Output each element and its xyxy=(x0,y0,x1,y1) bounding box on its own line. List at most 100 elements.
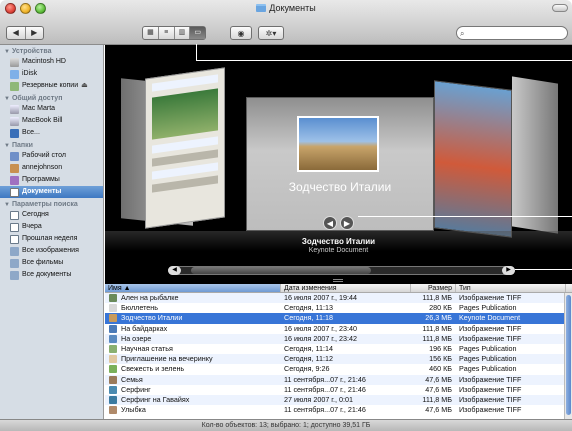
coverflow-scroll-thumb[interactable] xyxy=(191,267,371,274)
file-icon xyxy=(109,355,117,364)
next-slide-button[interactable]: ▶ xyxy=(340,216,354,230)
sidebar-item-backups[interactable]: Резервные копии ⏏ xyxy=(0,80,103,92)
cell-size: 111,8 МБ xyxy=(422,333,452,343)
sidebar-item-all-movies[interactable]: Все фильмы xyxy=(0,257,103,269)
table-row[interactable]: Серфинг 11 сентября...07 г., 21:46 47,6 МБ… xyxy=(105,385,572,395)
search-icon: ⌕ xyxy=(460,29,465,38)
selected-cover[interactable]: Зодчество Италии ◀ ▶ xyxy=(246,97,434,231)
cover-thumbnail[interactable] xyxy=(512,76,558,234)
cell-date: Сегодня, 11:13 xyxy=(284,303,333,313)
cell-type: Изображение TIFF xyxy=(459,323,522,333)
column-view-button[interactable]: ▥ xyxy=(175,27,191,39)
table-row[interactable]: Улыбка 11 сентября...07 г., 21:46 47,6 МБ И… xyxy=(105,405,572,415)
file-icon xyxy=(109,294,117,302)
sidebar-item-today[interactable]: Сегодня xyxy=(0,209,103,221)
column-header-type[interactable]: Тип xyxy=(456,284,566,292)
search-field[interactable]: ⌕ xyxy=(456,26,568,40)
toolbar-toggle-button[interactable] xyxy=(552,4,568,12)
table-row[interactable]: На озере 16 июля 2007 г., 23:42 111,8 МБ Из… xyxy=(105,333,572,344)
sidebar-item-documents[interactable]: Документы xyxy=(0,186,103,198)
column-header-date[interactable]: Дата изменения xyxy=(281,284,411,292)
cell-name: На байдарках xyxy=(105,324,281,334)
coverflow-pane[interactable]: Зодчество Италии ◀ ▶ Зодчество Италии Ke… xyxy=(105,45,572,284)
cell-name: Бюллетень xyxy=(105,303,281,313)
sidebar-item-all-documents[interactable]: Все документы xyxy=(0,269,103,281)
sidebar-section-devices[interactable]: ▼ Устройства xyxy=(0,45,103,56)
list-view-button[interactable]: ≡ xyxy=(159,27,175,39)
sidebar-section-search-for[interactable]: ▼ Параметры поиска xyxy=(0,198,103,209)
scroll-left-arrow[interactable]: ◀ xyxy=(168,266,181,275)
cell-type: Keynote Document xyxy=(459,313,521,323)
view-mode-control: ▦ ≡ ▥ ▭ xyxy=(142,26,206,40)
desktop-icon xyxy=(10,151,19,161)
smart-folder-icon xyxy=(10,258,19,268)
cell-size: 196 КБ xyxy=(429,343,452,353)
cell-date: 16 июля 2007 г., 23:42 xyxy=(284,333,358,343)
table-row[interactable]: Зодчество Италии Сегодня, 11:18 26,3 МБ Key… xyxy=(105,313,572,324)
column-header-name[interactable]: Имя ▲ xyxy=(105,284,281,292)
coverflow-scrollbar[interactable]: ◀ ▶ xyxy=(168,266,515,275)
list-scrollbar[interactable] xyxy=(564,293,572,419)
sidebar-section-shared[interactable]: ▼ Общий доступ xyxy=(0,92,103,103)
cell-size: 156 КБ xyxy=(429,354,452,364)
window-title: Документы xyxy=(0,3,572,13)
applications-icon xyxy=(10,175,19,185)
table-row[interactable]: Семья 11 сентября...07 г., 21:46 47,6 МБ Из… xyxy=(105,374,572,385)
icon-view-button[interactable]: ▦ xyxy=(143,27,159,39)
scroll-right-arrow[interactable]: ▶ xyxy=(502,266,515,275)
cover-thumbnail[interactable] xyxy=(434,80,512,238)
table-row[interactable]: Научная статья Сегодня, 11:14 196 КБ Pages … xyxy=(105,344,572,354)
sidebar-item-macintosh-hd[interactable]: Macintosh HD xyxy=(0,56,103,68)
eject-icon[interactable]: ⏏ xyxy=(81,80,88,92)
cell-type: Изображение TIFF xyxy=(459,405,522,415)
status-bar: Кол-во объектов: 13; выбрано: 1; доступн… xyxy=(0,419,572,431)
sidebar-item-yesterday[interactable]: Вчера xyxy=(0,221,103,233)
table-row[interactable]: На байдарках 16 июля 2007 г., 23:40 111,8 … xyxy=(105,324,572,334)
column-header-size[interactable]: Размер xyxy=(411,284,456,292)
table-row[interactable]: Серфинг на Гавайях 27 июля 2007 г., 0:01 1… xyxy=(105,394,572,406)
list-scroll-thumb[interactable] xyxy=(566,295,571,415)
smart-folder-icon xyxy=(10,246,19,256)
back-button[interactable]: ◀ xyxy=(7,27,26,39)
sidebar-item-desktop[interactable]: Рабочий стол xyxy=(0,150,103,162)
sidebar-item-idisk[interactable]: iDisk xyxy=(0,68,103,80)
sidebar-item-all-shared[interactable]: Все... xyxy=(0,127,103,139)
table-row[interactable]: Свежесть и зелень Сегодня, 9:26 460 КБ Page… xyxy=(105,364,572,374)
table-row[interactable]: Ален на рыбалке 16 июля 2007 г., 19:44 111… xyxy=(105,293,572,304)
quick-look-button[interactable]: ◉ xyxy=(230,26,252,40)
file-icon xyxy=(109,406,117,415)
sidebar-item-macbook-bill[interactable]: MacBook Bill xyxy=(0,115,103,127)
smart-folder-icon xyxy=(10,270,19,280)
cell-type: Pages Publication xyxy=(459,354,517,364)
cell-date: 11 сентября...07 г., 21:46 xyxy=(284,374,366,384)
previous-slide-button[interactable]: ◀ xyxy=(323,216,337,230)
cell-name: Серфинг xyxy=(105,385,281,395)
forward-button[interactable]: ▶ xyxy=(26,27,44,39)
resize-grip[interactable] xyxy=(333,279,343,282)
callout-line xyxy=(196,60,572,61)
file-icon xyxy=(109,365,117,374)
computer-icon xyxy=(10,104,19,114)
sidebar-section-places[interactable]: ▼ Папки xyxy=(0,139,103,150)
coverflow-view-button[interactable]: ▭ xyxy=(190,27,205,39)
list-body: Ален на рыбалке 16 июля 2007 г., 19:44 111… xyxy=(105,293,572,415)
sidebar-item-past-week[interactable]: Прошлая неделя xyxy=(0,233,103,245)
cell-size: 47,6 МБ xyxy=(425,384,452,394)
cell-date: Сегодня, 11:14 xyxy=(284,343,333,353)
sidebar-item-applications[interactable]: Программы xyxy=(0,174,103,186)
clock-icon xyxy=(10,210,19,220)
sidebar-item-all-images[interactable]: Все изображения xyxy=(0,245,103,257)
finder-window: Документы ◀ ▶ ▦ ≡ ▥ ▭ ◉ ✲▾ ⌕ ▼ Устройства… xyxy=(0,0,572,431)
cover-thumbnail[interactable] xyxy=(145,67,225,229)
action-menu-button[interactable]: ✲▾ xyxy=(258,26,284,40)
cell-type: Pages Publication xyxy=(459,303,517,313)
colosseum-image xyxy=(297,116,379,172)
table-row[interactable]: Бюллетень Сегодня, 11:13 280 КБ Pages Publi… xyxy=(105,303,572,313)
file-icon xyxy=(109,395,117,404)
table-row[interactable]: Приглашение на вечеринку Сегодня, 11:12 15… xyxy=(105,354,572,365)
sidebar-item-home[interactable]: annejohnson xyxy=(0,162,103,174)
cell-date: Сегодня, 9:26 xyxy=(284,364,330,374)
sidebar-item-mac-marta[interactable]: Mac Marta xyxy=(0,103,103,115)
cell-name: Улыбка xyxy=(105,405,281,415)
file-icon xyxy=(109,304,117,313)
